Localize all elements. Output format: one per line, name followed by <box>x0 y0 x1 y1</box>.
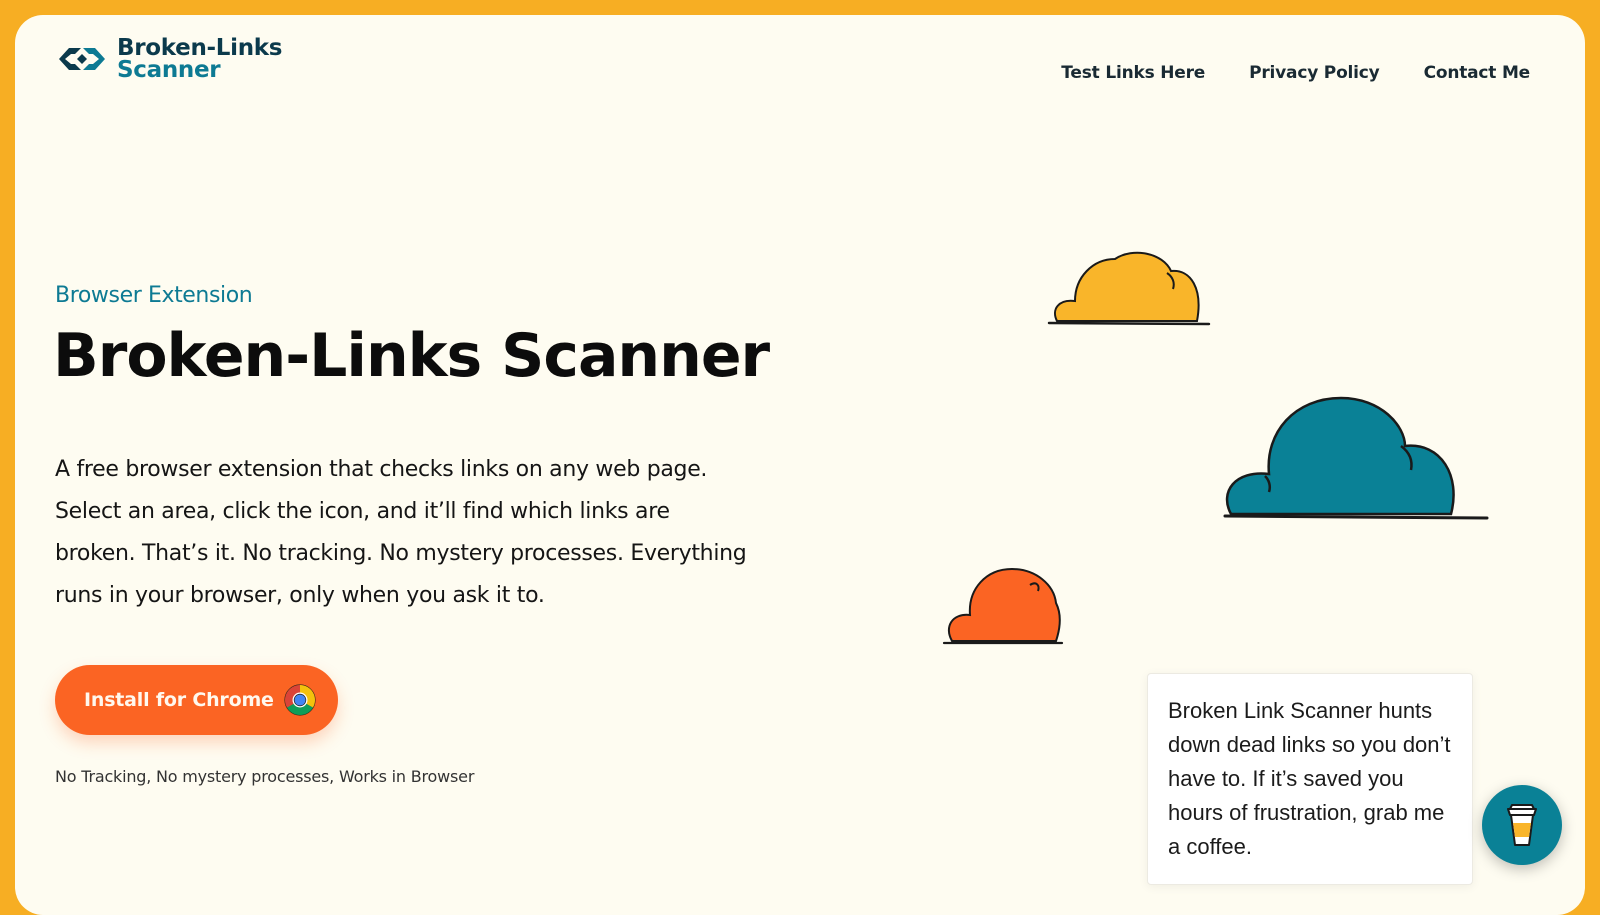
coffee-cup-icon <box>1507 804 1537 846</box>
nav-link-contact-me[interactable]: Contact Me <box>1424 63 1531 83</box>
coffee-message-text: Broken Link Scanner hunts down dead link… <box>1168 698 1451 859</box>
coffee-message-card: Broken Link Scanner hunts down dead link… <box>1147 673 1473 885</box>
hero-eyebrow: Browser Extension <box>55 283 253 308</box>
logo-text: Broken-Links Scanner <box>117 35 283 83</box>
cloud-yellow-illustration <box>1047 251 1211 326</box>
cloud-orange-illustration <box>942 567 1064 645</box>
buy-me-a-coffee-button[interactable] <box>1482 785 1562 865</box>
cloud-teal-illustration <box>1223 396 1489 520</box>
main-nav: Test Links Here Privacy Policy Contact M… <box>1061 63 1530 83</box>
hero-description: A free browser extension that checks lin… <box>55 457 747 608</box>
install-for-chrome-button[interactable]: Install for Chrome <box>55 665 338 735</box>
install-button-label: Install for Chrome <box>84 689 274 711</box>
page-frame: Broken-Links Scanner Test Links Here Pri… <box>15 15 1585 915</box>
logo-line1: Broken-Links <box>117 35 283 61</box>
hero-title: Broken-Links Scanner <box>53 321 770 391</box>
chrome-icon <box>284 684 316 716</box>
broken-chain-link-icon <box>59 48 105 70</box>
logo-line2: Scanner <box>117 57 221 83</box>
hero-footnote: No Tracking, No mystery processes, Works… <box>55 767 475 786</box>
site-logo[interactable]: Broken-Links Scanner <box>55 35 283 83</box>
nav-link-test-links[interactable]: Test Links Here <box>1061 63 1205 83</box>
nav-link-privacy-policy[interactable]: Privacy Policy <box>1249 63 1380 83</box>
